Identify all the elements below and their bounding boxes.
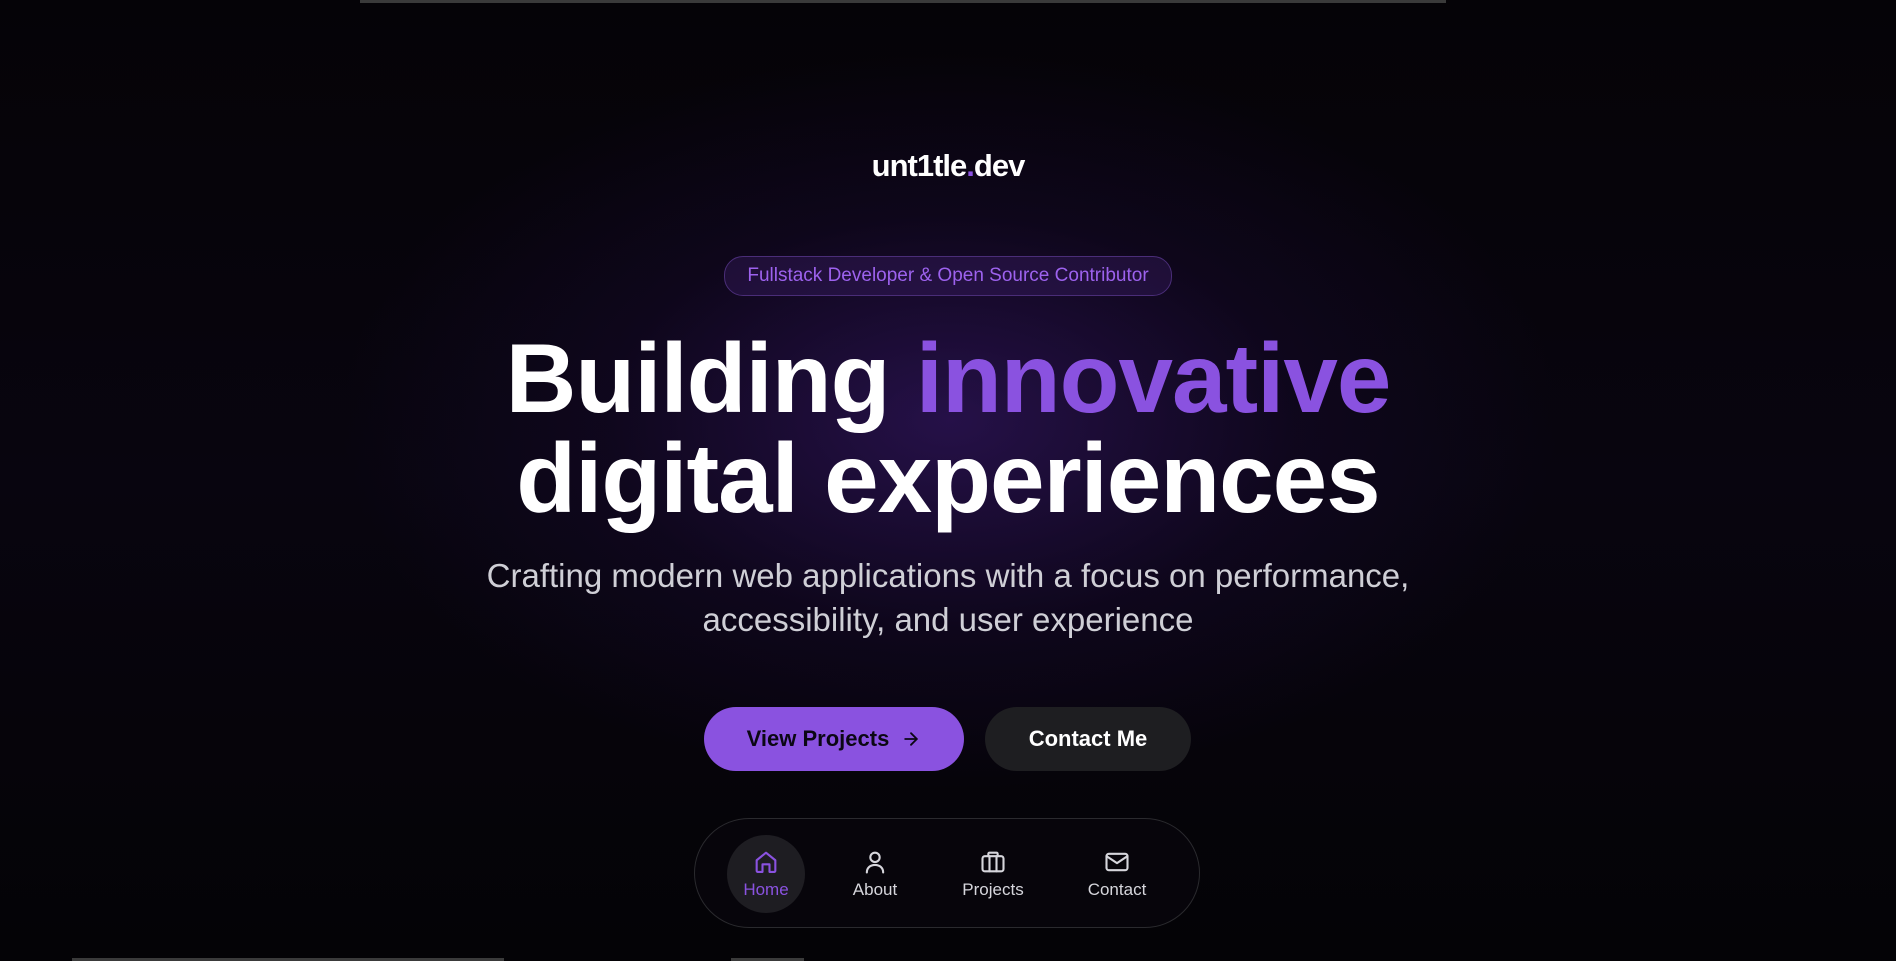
dock-label-home: Home: [743, 880, 789, 899]
headline-accent: innovative: [915, 323, 1392, 433]
arrow-right-icon: [904, 732, 919, 746]
view-projects-button[interactable]: View Projects: [704, 707, 964, 771]
site-logo[interactable]: unt1tle.dev: [0, 148, 1896, 184]
dock-label-projects: Projects: [962, 880, 1024, 899]
hero-subtitle: Crafting modern web applications with a …: [398, 554, 1498, 642]
home-icon: [755, 851, 777, 873]
bottom-dock-nav: Home About Projects Contact: [694, 818, 1200, 928]
logo-dot: .: [966, 148, 975, 183]
contact-me-label: Contact Me: [1028, 726, 1148, 751]
user-icon: [865, 851, 885, 874]
headline-line-1: Building innovative: [0, 328, 1896, 428]
dock-item-contact[interactable]: Contact: [1073, 835, 1161, 913]
hero-headline: Building innovative digital experiences: [0, 328, 1896, 528]
headline-line-2: digital experiences: [516, 423, 1380, 533]
briefcase-icon: [981, 851, 1005, 873]
dock-item-home[interactable]: Home: [727, 835, 805, 913]
subtitle-line-2: accessibility, and user experience: [702, 601, 1194, 638]
role-badge-container: Fullstack Developer & Open Source Contri…: [0, 256, 1896, 296]
dock-item-about[interactable]: About: [835, 835, 915, 913]
dock-label-about: About: [852, 880, 898, 899]
mail-icon: [1105, 852, 1129, 872]
contact-me-button[interactable]: Contact Me: [985, 707, 1191, 771]
view-projects-label: View Projects: [746, 726, 890, 751]
dock-item-projects[interactable]: Projects: [949, 835, 1037, 913]
top-scroll-indicator: [360, 0, 1446, 3]
subtitle-line-1: Crafting modern web applications with a …: [486, 557, 1410, 594]
logo-name: unt1tle: [871, 148, 968, 183]
role-badge: Fullstack Developer & Open Source Contri…: [724, 256, 1172, 296]
logo-tld: dev: [973, 148, 1025, 183]
headline-text: Building: [505, 323, 891, 433]
dock-label-contact: Contact: [1087, 880, 1147, 899]
